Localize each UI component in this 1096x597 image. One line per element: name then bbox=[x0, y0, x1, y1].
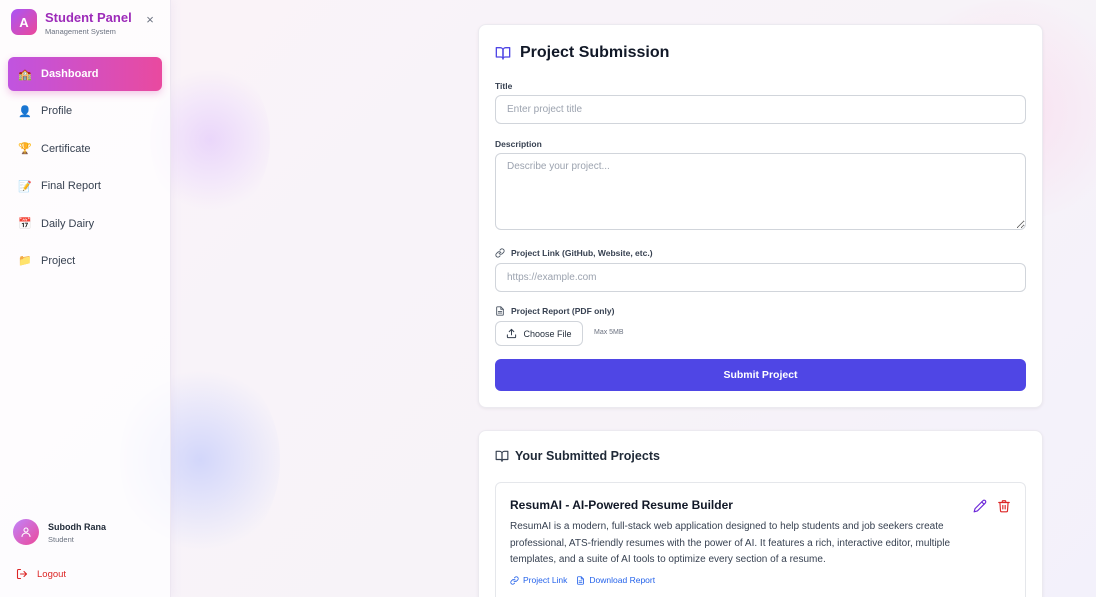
sidebar-nav: 🏫 Dashboard 👤 Profile 🏆 Certificate 📝 Fi… bbox=[8, 57, 162, 281]
choose-file-button[interactable]: Choose File bbox=[495, 321, 583, 346]
project-link-input[interactable] bbox=[495, 263, 1026, 292]
user-icon bbox=[21, 527, 31, 538]
sidebar-item-final-report[interactable]: 📝 Final Report bbox=[8, 169, 162, 203]
download-report-link[interactable]: Download Report bbox=[576, 575, 655, 585]
close-icon[interactable]: × bbox=[145, 13, 155, 26]
project-title: ResumAI - AI-Powered Resume Builder bbox=[510, 498, 733, 512]
file-icon bbox=[495, 306, 505, 316]
project-link[interactable]: Project Link bbox=[510, 575, 567, 585]
project-link-label-text: Project Link (GitHub, Website, etc.) bbox=[511, 248, 653, 258]
sidebar: A Student Panel Management System × 🏫 Da… bbox=[0, 0, 171, 597]
submitted-projects-title: Your Submitted Projects bbox=[515, 449, 660, 463]
brand-title: Student Panel bbox=[45, 10, 132, 25]
sidebar-item-project[interactable]: 📁 Project bbox=[8, 244, 162, 278]
sidebar-item-label: Profile bbox=[41, 105, 73, 118]
sidebar-item-label: Daily Dairy bbox=[41, 217, 95, 230]
logout-label: Logout bbox=[37, 568, 67, 580]
file-icon bbox=[576, 575, 585, 585]
trophy-icon: 🏆 bbox=[18, 143, 32, 156]
logout-button[interactable]: Logout bbox=[16, 567, 66, 581]
sidebar-item-label: Final Report bbox=[41, 180, 101, 193]
submitted-projects-card: Your Submitted Projects ResumAI - AI-Pow… bbox=[478, 430, 1043, 597]
link-icon bbox=[495, 248, 505, 258]
user-name: Subodh Rana bbox=[48, 522, 106, 532]
project-item: ResumAI - AI-Powered Resume Builder Resu… bbox=[495, 482, 1026, 597]
project-report-label: Project Report (PDF only) bbox=[495, 306, 614, 316]
brand-logo: A bbox=[11, 9, 37, 35]
sidebar-item-daily-dairy[interactable]: 📅 Daily Dairy bbox=[8, 207, 162, 241]
folder-icon: 📁 bbox=[18, 255, 32, 268]
sidebar-item-profile[interactable]: 👤 Profile bbox=[8, 94, 162, 128]
book-open-icon bbox=[495, 47, 511, 60]
brand-subtitle: Management System bbox=[45, 27, 116, 36]
submit-project-button[interactable]: Submit Project bbox=[495, 359, 1026, 391]
project-description: ResumAI is a modern, full-stack web appl… bbox=[510, 521, 951, 565]
page-title: Project Submission bbox=[520, 44, 670, 61]
school-icon: 🏫 bbox=[18, 68, 32, 81]
avatar bbox=[13, 519, 39, 545]
sidebar-item-label: Certificate bbox=[41, 142, 91, 155]
project-links: Project Link Download Report bbox=[510, 575, 664, 585]
submitted-projects-header: Your Submitted Projects bbox=[495, 449, 660, 463]
project-link-text: Project Link bbox=[523, 575, 568, 585]
project-link-label: Project Link (GitHub, Website, etc.) bbox=[495, 248, 653, 258]
book-open-icon bbox=[495, 450, 509, 462]
sidebar-item-dashboard[interactable]: 🏫 Dashboard bbox=[8, 57, 162, 91]
card-header: Project Submission bbox=[495, 44, 669, 62]
project-submission-card: Project Submission Title Description Pro… bbox=[478, 24, 1043, 408]
description-textarea[interactable] bbox=[495, 153, 1026, 230]
user-role: Student bbox=[48, 535, 74, 544]
title-input[interactable] bbox=[495, 95, 1026, 124]
sidebar-item-label: Project bbox=[41, 254, 76, 267]
max-size-hint: Max 5MB bbox=[594, 329, 624, 336]
sidebar-item-certificate[interactable]: 🏆 Certificate bbox=[8, 132, 162, 166]
person-icon: 👤 bbox=[18, 105, 32, 118]
edit-pencil-icon[interactable] bbox=[973, 499, 987, 513]
link-icon bbox=[510, 575, 519, 585]
title-label: Title bbox=[495, 81, 513, 91]
sidebar-item-label: Dashboard bbox=[41, 68, 99, 80]
user-profile[interactable]: Subodh Rana Student bbox=[13, 519, 163, 547]
memo-icon: 📝 bbox=[18, 180, 32, 193]
calendar-icon: 📅 bbox=[18, 218, 32, 231]
upload-icon bbox=[506, 328, 517, 339]
trash-icon[interactable] bbox=[997, 499, 1011, 513]
choose-file-label: Choose File bbox=[523, 328, 572, 339]
project-report-label-text: Project Report (PDF only) bbox=[511, 306, 615, 316]
description-label: Description bbox=[495, 139, 542, 149]
logout-icon bbox=[16, 568, 28, 580]
download-report-text: Download Report bbox=[589, 575, 656, 585]
brand: A Student Panel Management System bbox=[11, 9, 161, 37]
